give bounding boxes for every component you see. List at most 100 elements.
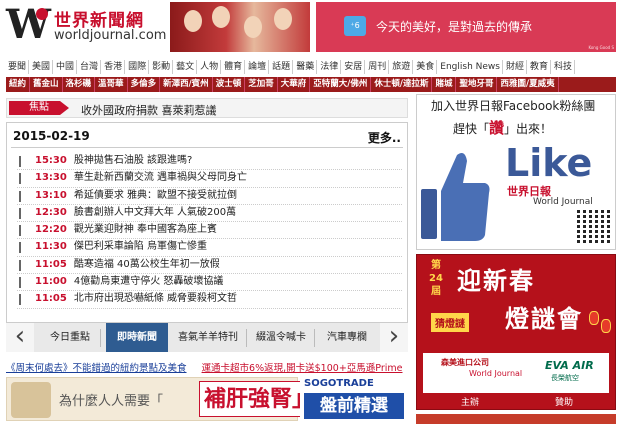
divider — [11, 147, 403, 148]
news-headline[interactable]: 4億勸烏東遭守停火 怒轟破壞協議 — [74, 276, 224, 287]
tab-today[interactable]: 今日重點 — [42, 328, 98, 348]
sogotrade-tagline: 盤前精選 — [304, 393, 404, 419]
fb-line2a: 趕快「 — [453, 122, 490, 136]
news-time: 11:05 — [35, 293, 67, 305]
news-item[interactable]: 11:00 4億勸烏東遭守停火 怒轟破壞協議 — [17, 274, 402, 292]
cny-title-2: 燈謎會 — [505, 304, 583, 333]
news-item[interactable]: 12:20 觀光業迎財神 奉中國客為座上賓 — [17, 222, 402, 240]
news-time: 13:30 — [35, 172, 67, 184]
fb-praise: 讚 — [489, 119, 505, 137]
lantern-icon — [601, 319, 611, 333]
news-date: 2015-02-19 — [13, 129, 90, 143]
news-headline[interactable]: 華生赴新西蘭交流 遇車禍與父母同身亡 — [74, 172, 247, 183]
region-nav-item[interactable]: 休士頓/達拉斯 — [371, 77, 433, 92]
next-arrow-icon[interactable]: › — [380, 323, 408, 352]
realtime-news-panel: 2015-02-19 更多.. 15:30 股神拋售石油股 該跟進嗎? 13:30 華… — [6, 122, 408, 352]
tab-bill[interactable]: 綴溫令喊卡 — [250, 328, 312, 348]
tab-divider — [100, 329, 101, 347]
region-nav-item[interactable]: 亞特蘭大/佛州 — [310, 77, 372, 92]
region-nav-item[interactable]: 芝加哥 — [245, 77, 278, 92]
region-nav-item[interactable]: 紐約 — [6, 77, 31, 92]
focus-tag: 焦點 — [9, 101, 69, 115]
nav-item[interactable]: English News — [438, 60, 503, 74]
news-headline[interactable]: 希延債要求 雅典：歐盟不接受就拉倒 — [74, 190, 237, 201]
nav-item[interactable]: 人物 — [198, 60, 222, 74]
ad-question: 為什麼人人需要「 — [59, 394, 164, 409]
region-nav-item[interactable]: 舊金山 — [30, 77, 63, 92]
news-time: 11:30 — [35, 241, 67, 253]
region-nav-item[interactable]: 波士頓 — [213, 77, 246, 92]
nav-item[interactable]: 話題 — [270, 60, 294, 74]
more-link[interactable]: 更多.. — [368, 129, 401, 146]
news-headline[interactable]: 觀光業迎財神 奉中國客為座上賓 — [74, 224, 217, 235]
nav-item[interactable]: 藝文 — [174, 60, 198, 74]
nav-item[interactable]: 美國 — [30, 60, 54, 74]
news-time: 11:00 — [35, 276, 67, 288]
region-nav-item[interactable]: 多倫多 — [128, 77, 161, 92]
lantern-riddle-ad[interactable]: 第24屆 迎新春 猜燈謎 燈謎會 森美進口公司 World Journal EV… — [416, 254, 616, 410]
weekend-promo-link[interactable]: 《周末何處去》不能錯過的紐約景點及美食 — [6, 363, 187, 374]
nav-item[interactable]: 論壇 — [246, 60, 270, 74]
banner-slogan: 今天的美好，是對過去的傳承 — [376, 20, 533, 34]
fb-line2: 趕快「讚」出來！ — [453, 117, 552, 138]
focus-headline[interactable]: 收外國政府捐款 喜萊莉惹議 — [81, 102, 217, 118]
thumbs-up-icon — [421, 153, 490, 241]
region-nav-item[interactable]: 洛杉磯 — [63, 77, 96, 92]
region-nav-item[interactable]: 大華府 — [278, 77, 311, 92]
amex-promo-link[interactable]: 運通卡超市6%返現,開卡送$100+亞馬遜Prime — [202, 363, 403, 374]
liver-health-ad[interactable]: 為什麼人人需要「 補肝強腎」? — [6, 377, 332, 421]
nav-item[interactable]: 美食 — [414, 60, 438, 74]
sponsor-logos: 森美進口公司 World Journal EVA AIR 長榮航空 — [423, 353, 609, 393]
site-logo[interactable]: W 世界新聞網 worldjournal.com — [6, 2, 166, 50]
nav-item[interactable]: 中國 — [54, 60, 78, 74]
region-nav-item[interactable]: 溫哥華 — [95, 77, 128, 92]
nav-item[interactable]: 要聞 — [6, 60, 30, 74]
news-item[interactable]: 11:30 傑巴利采車論陷 烏軍傷亡慘重 — [17, 239, 402, 257]
region-nav-item[interactable]: 聖地牙哥 — [456, 77, 498, 92]
news-item[interactable]: 12:30 臉書創辦人中文拜大年 人氣破200萬 — [17, 205, 402, 223]
news-headline[interactable]: 股神拋售石油股 該跟進嗎? — [74, 155, 193, 166]
heritage-banner-ad[interactable]: ⁺6 今天的美好，是對過去的傳承 Kong Good S — [316, 2, 616, 52]
news-item[interactable]: 13:10 希延債要求 雅典：歐盟不接受就拉倒 — [17, 188, 402, 205]
news-item[interactable]: 15:30 股神拋售石油股 該跟進嗎? — [17, 153, 402, 171]
sogotrade-ad[interactable]: SOGOTRADE 盤前精選 — [300, 377, 408, 421]
nav-item[interactable]: 周刊 — [366, 60, 390, 74]
news-item[interactable]: 11:05 酷寒造福 40萬公校生年初一放假 — [17, 257, 402, 275]
news-headline[interactable]: 傑巴利采車論陷 烏軍傷亡慘重 — [74, 241, 207, 252]
tab-auto[interactable]: 汽車專欄 — [318, 328, 376, 348]
promo-links: 《周末何處去》不能錯過的紐約景點及美食 運通卡超市6%返現,開卡送$100+亞馬… — [6, 360, 408, 374]
tab-divider — [314, 329, 315, 347]
nav-item[interactable]: 台灣 — [78, 60, 102, 74]
nav-item[interactable]: 影動 — [150, 60, 174, 74]
news-item[interactable]: 13:30 華生赴新西蘭交流 遇車禍與父母同身亡 — [17, 170, 402, 188]
nav-item[interactable]: 教育 — [528, 60, 551, 74]
riddle-badge: 猜燈謎 — [431, 313, 469, 332]
tab-cny-special[interactable]: 喜氣羊羊特刊 — [172, 328, 244, 348]
sogotrade-logo: SOGOTRADE — [304, 378, 374, 389]
nav-item[interactable]: 科技 — [552, 60, 576, 74]
news-headline[interactable]: 北市府出現恐嚇紙條 威脅要殺柯文哲 — [74, 293, 237, 304]
fb-line2b: 」出來！ — [504, 122, 553, 136]
nav-item[interactable]: 醫藥 — [294, 60, 318, 74]
prev-arrow-icon[interactable]: ‹ — [6, 323, 34, 352]
family-banner-ad[interactable] — [170, 2, 310, 52]
region-nav-item[interactable]: 西雅圖/夏威夷 — [497, 77, 559, 92]
region-nav-item[interactable]: 賭城 — [432, 77, 457, 92]
nav-item[interactable]: 體育 — [222, 60, 246, 74]
person-image — [244, 16, 262, 38]
facebook-fan-ad[interactable]: 加入世界日報Facebook粉絲團 趕快「讚」出來！ Like 世界日報 Wor… — [416, 94, 616, 250]
region-nav-item[interactable]: 新澤西/賓州 — [160, 77, 213, 92]
herb-image — [11, 382, 51, 418]
nav-item[interactable]: 旅遊 — [390, 60, 414, 74]
tab-realtime[interactable]: 即時新聞 — [106, 323, 168, 352]
nav-item[interactable]: 香港 — [102, 60, 126, 74]
nav-item[interactable]: 法律 — [318, 60, 342, 74]
site-header: W 世界新聞網 worldjournal.com ⁺6 今天的美好，是對過去的傳… — [0, 0, 620, 56]
news-headline[interactable]: 臉書創辦人中文拜大年 人氣破200萬 — [74, 207, 236, 218]
nav-item[interactable]: 安居 — [342, 60, 366, 74]
nav-item[interactable]: 財經 — [504, 60, 527, 74]
nav-item[interactable]: 國際 — [126, 60, 150, 74]
news-headline[interactable]: 酷寒造福 40萬公校生年初一放假 — [74, 259, 220, 270]
news-item[interactable]: 11:05 北市府出現恐嚇紙條 威脅要殺柯文哲 — [17, 291, 402, 309]
sponsor-1: 森美進口公司 — [441, 358, 489, 367]
